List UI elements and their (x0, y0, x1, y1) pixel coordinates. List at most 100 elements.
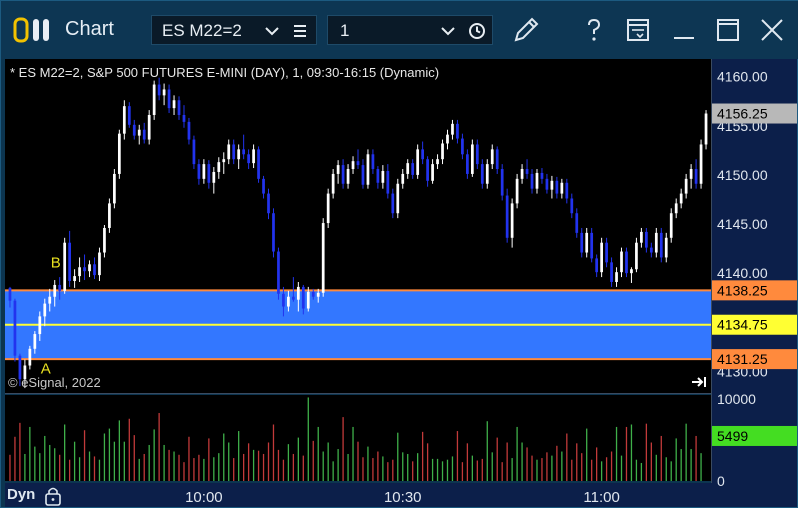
candle-body (366, 154, 370, 185)
candle-body (122, 106, 126, 134)
candle-body (157, 84, 161, 96)
candle-body (351, 161, 355, 170)
candle-body (431, 164, 434, 181)
candle-body (247, 154, 250, 164)
title-bar: Chart ES M22=2 1 (1, 1, 798, 59)
candle-body (644, 231, 648, 248)
candle-body (187, 121, 191, 140)
copyright-label: © eSignal, 2022 (8, 375, 101, 390)
candle-body (68, 242, 72, 282)
candle-body (555, 180, 559, 194)
candle-body (505, 195, 509, 238)
candle-body (376, 169, 380, 183)
candle-body (590, 232, 594, 259)
volume-tick-label: 10000 (717, 391, 756, 407)
candle-body (630, 269, 633, 274)
candle-body (78, 267, 81, 277)
template-icon[interactable] (623, 15, 653, 45)
zone-mid-label: 4134.75 (717, 317, 768, 333)
candle-body (212, 171, 216, 183)
price-tick-label: 4150.00 (717, 167, 768, 183)
candle-body (515, 178, 519, 204)
time-tick-label: 10:30 (384, 489, 422, 506)
time-tick-label: 11:00 (583, 489, 619, 506)
support-zone[interactable] (5, 289, 711, 361)
candle-body (396, 183, 400, 214)
candle-body (301, 286, 305, 309)
candle-body (525, 169, 529, 174)
candle-body (694, 169, 698, 184)
candle-body (669, 213, 673, 238)
minimize-icon[interactable] (669, 15, 699, 45)
candle-body (147, 114, 151, 140)
candle-body (575, 213, 579, 233)
chevron-down-icon[interactable] (264, 23, 280, 39)
candle-body (570, 198, 574, 214)
candle-body (177, 100, 181, 115)
price-tick-label: 4140.00 (717, 265, 768, 281)
candle-body (436, 159, 439, 165)
candle-body (565, 182, 569, 199)
candle-body (321, 223, 325, 293)
candle-body (540, 172, 544, 179)
candle-body (8, 287, 12, 301)
close-icon[interactable] (757, 15, 787, 45)
chevron-down-icon[interactable] (440, 23, 456, 39)
candle-body (535, 172, 539, 189)
candle-body (13, 300, 17, 356)
candle-body (346, 169, 350, 184)
candle-body (282, 293, 285, 307)
symbol-selector[interactable]: ES M22=2 (151, 15, 317, 45)
interval-selector[interactable]: 1 (327, 15, 493, 45)
candle-body (257, 149, 260, 179)
candle-body (137, 129, 141, 136)
candle-body (480, 164, 484, 184)
candle-body (142, 129, 146, 140)
candle-body (704, 113, 708, 145)
pencil-icon[interactable] (511, 15, 541, 45)
candle-body (649, 247, 653, 253)
dynamic-mode-label[interactable]: Dyn (7, 486, 35, 503)
candle-body (117, 133, 121, 174)
candle-body (495, 149, 499, 170)
candle-body (386, 170, 390, 194)
candle-body (356, 161, 360, 166)
candle-body (242, 149, 246, 155)
chart-area[interactable]: 4160.00 4155.00 4150.00 4145.00 4140.00 4130.… (5, 59, 797, 507)
candle-body (466, 154, 469, 174)
candle-body (296, 286, 300, 300)
candle-body (306, 291, 310, 309)
candle-body (635, 242, 638, 270)
esignal-logo-icon (13, 17, 49, 43)
candle-body (520, 169, 524, 179)
candle-body (510, 203, 514, 238)
candle-body (600, 242, 603, 273)
candle-body (371, 154, 375, 170)
price-tick-label: 4145.00 (717, 216, 768, 232)
volume-last-label: 5499 (717, 428, 748, 444)
candle-body (699, 144, 703, 184)
candle-body (441, 143, 444, 160)
clock-icon[interactable] (468, 22, 486, 40)
candle-body (475, 144, 479, 165)
candle-body (684, 178, 688, 194)
hamburger-menu-icon[interactable] (292, 23, 308, 39)
chart-canvas[interactable]: 4160.004155.004150.004145.004140.004130.… (5, 59, 797, 507)
candle-body (456, 123, 459, 139)
candle-body (152, 84, 156, 115)
candle-body (98, 252, 101, 276)
candle-body (182, 114, 186, 122)
candle-body (113, 173, 116, 204)
price-tick-label: 4160.00 (717, 69, 768, 85)
candle-body (217, 162, 221, 172)
candle-body (267, 193, 270, 214)
candle-body (446, 134, 449, 144)
candle-body (316, 292, 320, 297)
candle-body (167, 89, 171, 109)
candle-body (461, 138, 464, 155)
candle-body (679, 193, 683, 204)
candle-body (287, 296, 290, 307)
maximize-icon[interactable] (713, 15, 743, 45)
help-icon[interactable] (579, 15, 609, 45)
window-title: Chart (65, 18, 114, 40)
